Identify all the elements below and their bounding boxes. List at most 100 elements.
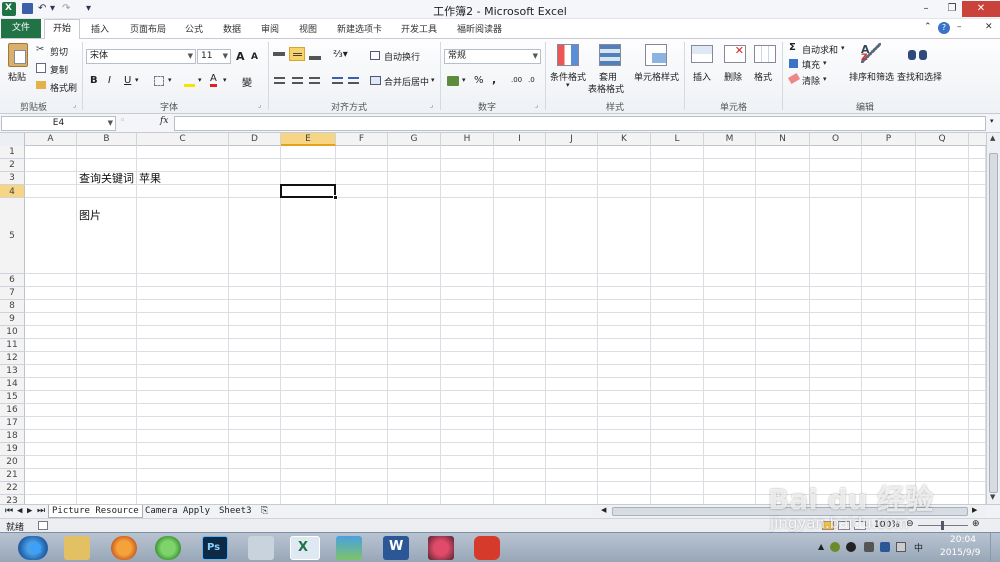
column-header-p[interactable]: P xyxy=(862,133,916,146)
column-header-d[interactable]: D xyxy=(229,133,281,146)
alignment-launcher-icon[interactable]: ⌟ xyxy=(430,101,433,109)
taskbar-app-icon[interactable] xyxy=(474,536,500,560)
insert-cells-button[interactable]: 插入 xyxy=(693,70,711,83)
zoom-slider-thumb[interactable] xyxy=(941,521,944,530)
copy-button[interactable]: 复制 xyxy=(50,63,68,76)
decrease-decimal-button[interactable]: .0 xyxy=(528,76,535,84)
percent-button[interactable]: % xyxy=(474,75,484,86)
taskbar-firefox-icon[interactable] xyxy=(111,536,137,560)
cell-b3[interactable]: 查询关键词 xyxy=(79,172,134,185)
row-header-20[interactable]: 20 xyxy=(0,456,25,469)
sort-filter-button[interactable]: 排序和筛选 xyxy=(849,70,894,83)
increase-indent-icon[interactable] xyxy=(348,77,359,84)
column-header-c[interactable]: C xyxy=(137,133,229,146)
cell-b4[interactable]: 图片 xyxy=(79,209,101,223)
font-color-dropdown-icon[interactable]: ▾ xyxy=(223,76,227,84)
row-header-7[interactable]: 7 xyxy=(0,287,25,300)
font-launcher-icon[interactable]: ⌟ xyxy=(258,101,261,109)
row-header-2[interactable]: 2 xyxy=(0,159,25,172)
row-header-4[interactable]: 4 xyxy=(0,185,25,198)
select-all-corner[interactable] xyxy=(0,133,25,146)
minimize-ribbon-icon[interactable]: ⌃ xyxy=(924,22,932,32)
taskbar-360-icon[interactable] xyxy=(155,536,181,560)
wrap-text-button[interactable]: 自动换行 xyxy=(384,50,420,63)
column-header-l[interactable]: L xyxy=(651,133,704,146)
normal-view-icon[interactable] xyxy=(822,521,834,530)
column-header-o[interactable]: O xyxy=(810,133,862,146)
spreadsheet-grid[interactable]: A B C D E F G H I J K L M N O P Q 1 2 3 4 5 6 7 8 9 10 11 12 13 14 15 16… xyxy=(0,133,986,504)
page-break-view-icon[interactable] xyxy=(854,521,866,530)
clear-button[interactable]: 清除 xyxy=(802,74,820,87)
conditional-dropdown-icon[interactable]: ▾ xyxy=(566,81,570,89)
align-right-icon[interactable] xyxy=(309,77,320,84)
clock-date[interactable]: 2015/9/9 xyxy=(940,548,980,558)
tab-formulas[interactable]: 公式 xyxy=(185,22,203,35)
tab-review[interactable]: 审阅 xyxy=(261,22,279,35)
tab-foxit[interactable]: 福昕阅读器 xyxy=(457,22,502,35)
italic-button[interactable]: I xyxy=(108,75,111,86)
taskbar-photo-icon[interactable] xyxy=(336,536,362,560)
help-icon[interactable]: ? xyxy=(938,22,950,34)
merge-dropdown-icon[interactable]: ▾ xyxy=(431,76,435,84)
format-cells-button[interactable]: 格式 xyxy=(754,70,772,83)
scroll-down-icon[interactable]: ▼ xyxy=(990,493,995,501)
row-header-22[interactable]: 22 xyxy=(0,482,25,495)
increase-decimal-button[interactable]: .00 xyxy=(511,76,522,84)
clock-time[interactable]: 20:04 xyxy=(950,535,976,545)
row-header-14[interactable]: 14 xyxy=(0,378,25,391)
row-header-23[interactable]: 23 xyxy=(0,495,25,504)
find-select-button[interactable]: 查找和选择 xyxy=(897,70,942,83)
fill-button[interactable]: 填充 xyxy=(802,58,820,71)
horizontal-scrollbar[interactable]: ◀ ▶ xyxy=(592,506,986,517)
column-header-e[interactable]: E xyxy=(281,133,336,146)
cut-button[interactable]: 剪切 xyxy=(50,45,68,58)
column-header-b[interactable]: B xyxy=(77,133,137,146)
shrink-font-button[interactable]: A xyxy=(251,52,258,62)
fill-color-icon[interactable] xyxy=(184,76,195,87)
row-header-9[interactable]: 9 xyxy=(0,313,25,326)
row-header-19[interactable]: 19 xyxy=(0,443,25,456)
tab-home[interactable]: 开始 xyxy=(44,19,80,40)
align-bottom-icon[interactable] xyxy=(309,56,321,60)
name-box[interactable]: E4 ▼ xyxy=(1,116,116,131)
underline-dropdown-icon[interactable]: ▾ xyxy=(135,76,139,84)
row-header-18[interactable]: 18 xyxy=(0,430,25,443)
show-desktop-button[interactable] xyxy=(990,533,1000,562)
row-header-5[interactable]: 5 xyxy=(0,198,25,274)
tray-icon-4[interactable] xyxy=(880,542,890,552)
formula-bar-splitter[interactable]: ◦ xyxy=(120,116,125,126)
tab-view[interactable]: 视图 xyxy=(299,22,317,35)
cell-styles-button[interactable]: 单元格样式 xyxy=(634,70,679,83)
scroll-right-icon[interactable]: ▶ xyxy=(972,506,977,514)
taskbar-ie-icon[interactable]: e xyxy=(24,536,50,560)
expand-formula-icon[interactable]: ▾ xyxy=(990,117,994,125)
tab-file[interactable]: 文件 xyxy=(1,19,41,38)
close-button[interactable]: ✕ xyxy=(962,1,1000,17)
restore-button[interactable]: ❐ xyxy=(940,1,964,17)
minimize-button[interactable]: – xyxy=(914,1,938,17)
active-cell-e4[interactable] xyxy=(280,184,336,198)
border-icon[interactable] xyxy=(154,76,164,86)
autosum-dropdown-icon[interactable]: ▾ xyxy=(841,44,845,52)
column-header-m[interactable]: M xyxy=(704,133,756,146)
sheet-tab-sheet3[interactable]: Sheet3 xyxy=(216,505,255,518)
scroll-up-icon[interactable]: ▲ xyxy=(990,134,995,142)
taskbar-word-icon[interactable]: W xyxy=(383,536,409,560)
currency-dropdown-icon[interactable]: ▾ xyxy=(462,76,466,84)
fill-dropdown-icon[interactable]: ▾ xyxy=(823,59,827,67)
taskbar-photoshop-icon[interactable]: Ps xyxy=(202,536,228,560)
format-table-label-2[interactable]: 表格格式 xyxy=(588,82,624,95)
row-header-13[interactable]: 13 xyxy=(0,365,25,378)
paste-button[interactable]: 粘贴 xyxy=(8,70,26,83)
fill-dropdown-icon[interactable]: ▾ xyxy=(198,76,202,84)
phonetic-button[interactable]: 變 xyxy=(242,74,252,89)
tab-data[interactable]: 数据 xyxy=(223,22,241,35)
row-header-15[interactable]: 15 xyxy=(0,391,25,404)
column-header-n[interactable]: N xyxy=(756,133,810,146)
align-center-icon[interactable] xyxy=(292,77,303,84)
align-left-icon[interactable] xyxy=(274,77,285,84)
grow-font-button[interactable]: A xyxy=(236,50,245,63)
scroll-left-icon[interactable]: ◀ xyxy=(601,506,606,514)
scroll-thumb[interactable] xyxy=(989,153,998,493)
border-dropdown-icon[interactable]: ▾ xyxy=(168,76,172,84)
